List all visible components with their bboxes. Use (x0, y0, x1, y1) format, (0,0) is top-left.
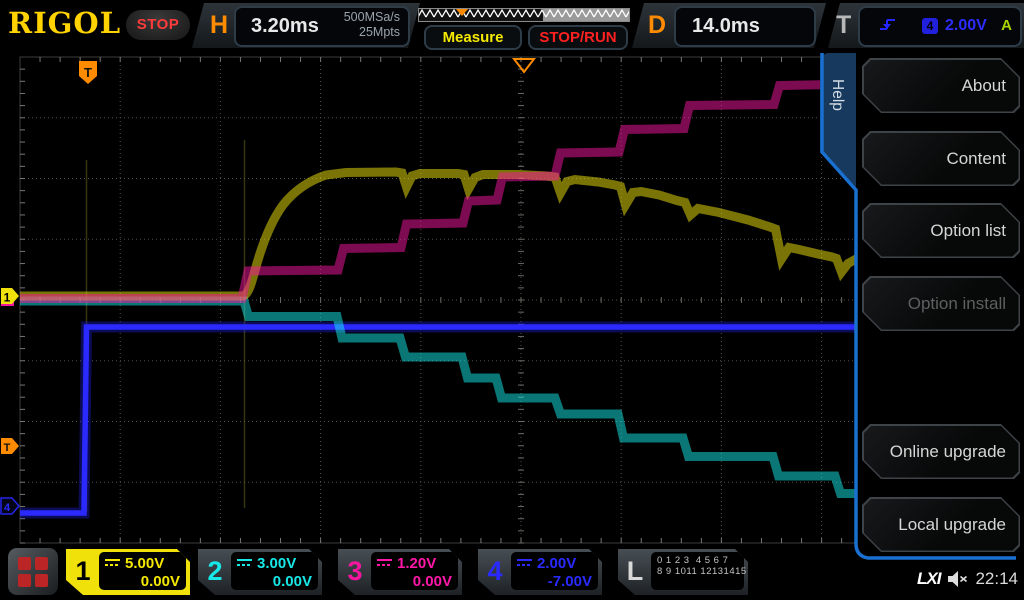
trigger-position-marker[interactable] (514, 59, 534, 72)
channel-2-badge[interactable]: 2 3.00V 0.00V (198, 549, 322, 595)
edge-trigger-icon (878, 16, 898, 34)
dc-coupling-icon (377, 558, 392, 568)
menu-button-online-upgrade[interactable]: Online upgrade (862, 424, 1020, 479)
t-label: T (836, 3, 851, 47)
logic-row-2: 8 9 1011 12131415 (657, 566, 738, 577)
trigger-level-marker[interactable]: T (1, 438, 19, 454)
delay-value: 14.0ms (692, 15, 760, 38)
lxi-indicator: LXI (917, 569, 940, 589)
menu-button-about[interactable]: About (862, 58, 1020, 113)
dc-coupling-icon (517, 558, 532, 568)
svg-text:4: 4 (4, 502, 11, 514)
sound-muted-icon[interactable] (947, 570, 968, 588)
svg-text:T: T (4, 442, 11, 454)
channel-1-badge[interactable]: 1 5.00V 0.00V (66, 549, 190, 595)
channel-4-offset: -7.00V (517, 573, 592, 593)
channel-2-offset: 0.00V (237, 573, 312, 593)
channel-2-scale: 3.00V (257, 555, 296, 572)
trigger-panel[interactable]: T 4 2.00V A (828, 3, 1024, 48)
channel-3-number: 3 (341, 556, 369, 587)
delay-panel[interactable]: D 14.0ms (632, 3, 826, 48)
channel-4-badge[interactable]: 4 2.00V -7.00V (478, 549, 602, 595)
h-label: H (210, 3, 228, 47)
run-state-badge[interactable]: STOP (126, 10, 190, 40)
oscilloscope-screen: T 1 T 4 RIGOL STOP H 3.20ms 500MSa/s 25M… (0, 0, 1024, 600)
help-tab-label: Help (828, 79, 846, 111)
svg-text:T: T (84, 65, 92, 80)
trigger-level-value: 2.00V (945, 17, 987, 35)
menu-button-option-install: Option install (862, 276, 1020, 331)
top-bar: RIGOL STOP H 3.20ms 500MSa/s 25Mpts Meas… (0, 0, 1024, 50)
menu-grid-button[interactable] (8, 548, 58, 595)
channel-1-number: 1 (69, 556, 97, 587)
trace-ch1 (20, 172, 857, 296)
ch4-offset-marker[interactable]: 4 (1, 498, 19, 514)
stop-run-button[interactable]: STOP/RUN (528, 25, 628, 50)
menu-button-option-list[interactable]: Option list (862, 203, 1020, 258)
logic-label: L (621, 556, 649, 587)
menu-button-local-upgrade[interactable]: Local upgrade (862, 497, 1020, 552)
channel-3-badge[interactable]: 3 1.20V 0.00V (338, 549, 462, 595)
measure-button[interactable]: Measure (424, 25, 522, 50)
horizontal-panel[interactable]: H 3.20ms 500MSa/s 25Mpts (192, 3, 420, 48)
trace-ch3 (20, 84, 857, 299)
logic-row-1: 0 1 2 3 4 5 6 7 (657, 555, 738, 566)
channel-3-offset: 0.00V (377, 573, 452, 593)
rigol-logo: RIGOL (8, 6, 121, 40)
dc-coupling-icon (237, 558, 252, 568)
memory-position-bar[interactable] (418, 6, 632, 24)
channel-4-number: 4 (481, 556, 509, 587)
dc-coupling-icon (105, 558, 120, 568)
channel-4-scale: 2.00V (537, 555, 576, 572)
d-label: D (648, 3, 666, 47)
channel-3-scale: 1.20V (397, 555, 436, 572)
channel-1-scale: 5.00V (125, 555, 164, 572)
clock: 22:14 (975, 569, 1018, 589)
help-menu-panel: About Content Option list Option install… (856, 50, 1024, 560)
trigger-source-badge: 4 (922, 18, 938, 34)
trigger-sweep-mode: A (1001, 17, 1012, 34)
svg-text:1: 1 (4, 291, 11, 305)
sample-rate: 500MSa/s (344, 10, 400, 25)
timebase-value: 3.20ms (251, 15, 319, 38)
channel-2-number: 2 (201, 556, 229, 587)
memory-depth: 25Mpts (359, 25, 400, 40)
ch1-offset-marker[interactable]: 1 (1, 288, 19, 305)
menu-button-content[interactable]: Content (862, 131, 1020, 186)
trigger-time-marker[interactable]: T (79, 61, 97, 84)
logic-channels-badge[interactable]: L 0 1 2 3 4 5 6 7 8 9 1011 12131415 (618, 549, 748, 595)
channel-1-offset: 0.00V (105, 573, 180, 593)
